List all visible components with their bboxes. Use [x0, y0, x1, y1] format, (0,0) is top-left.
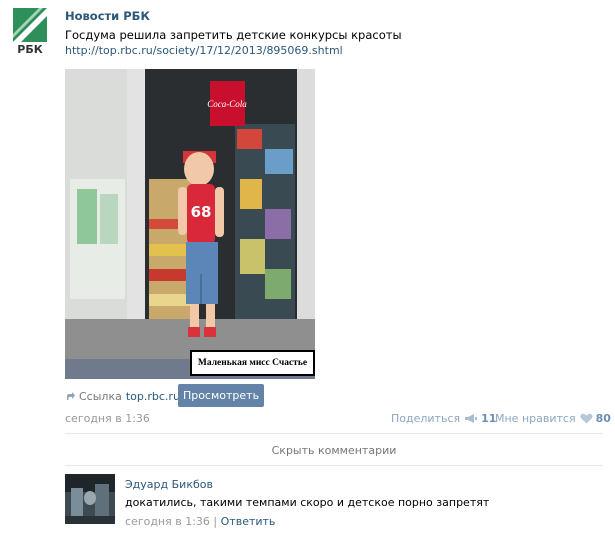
share-label: Поделиться: [391, 412, 461, 425]
heart-icon: [579, 413, 593, 424]
attached-link[interactable]: Ссылка top.rbc.ru: [65, 385, 180, 407]
comment-separator: |: [213, 515, 218, 528]
comment-time[interactable]: сегодня в 1:36: [125, 515, 210, 528]
post-photo[interactable]: Coca-Cola 68: [65, 69, 315, 379]
link-domain[interactable]: top.rbc.ru: [126, 390, 180, 403]
megaphone-icon: [465, 414, 478, 423]
divider: [65, 433, 603, 434]
comment-text: докатились, такими темпами скоро и детск…: [125, 496, 490, 509]
svg-text:РБК: РБК: [17, 43, 42, 54]
like-button[interactable]: Мне нравится 80: [495, 412, 611, 425]
rbc-logo-icon: РБК: [13, 8, 47, 56]
wall-post: РБК Новости РБК Госдума решила запретить…: [0, 0, 615, 535]
rbc-logo-avatar[interactable]: РБК: [13, 8, 47, 56]
comment-author[interactable]: Эдуард Бикбов: [125, 478, 213, 491]
like-label: Мне нравится: [495, 412, 576, 425]
post-time[interactable]: сегодня в 1:36: [65, 412, 150, 425]
comment-meta: сегодня в 1:36 | Ответить: [125, 515, 275, 528]
hide-comments-link[interactable]: Скрыть комментарии: [65, 444, 603, 457]
avatar-photo: [65, 474, 115, 524]
svg-text:Coca-Cola: Coca-Cola: [207, 99, 247, 109]
reply-link[interactable]: Ответить: [221, 515, 276, 528]
divider: [65, 465, 603, 466]
photo-caption: Маленькая мисс Счастье: [190, 350, 315, 376]
link-label: Ссылка: [79, 389, 122, 403]
share-arrow-icon: [67, 392, 75, 400]
view-button[interactable]: Просмотреть: [178, 384, 264, 407]
share-button[interactable]: Поделиться 11: [391, 412, 496, 425]
post-photo-image: Coca-Cola 68: [65, 69, 315, 379]
post-text: Госдума решила запретить детские конкурс…: [65, 28, 402, 42]
post-author[interactable]: Новости РБК: [65, 9, 150, 23]
post-link[interactable]: http://top.rbc.ru/society/17/12/2013/895…: [65, 44, 343, 57]
comment-avatar[interactable]: [65, 474, 115, 524]
svg-text:68: 68: [191, 203, 212, 221]
like-count: 80: [595, 412, 611, 425]
